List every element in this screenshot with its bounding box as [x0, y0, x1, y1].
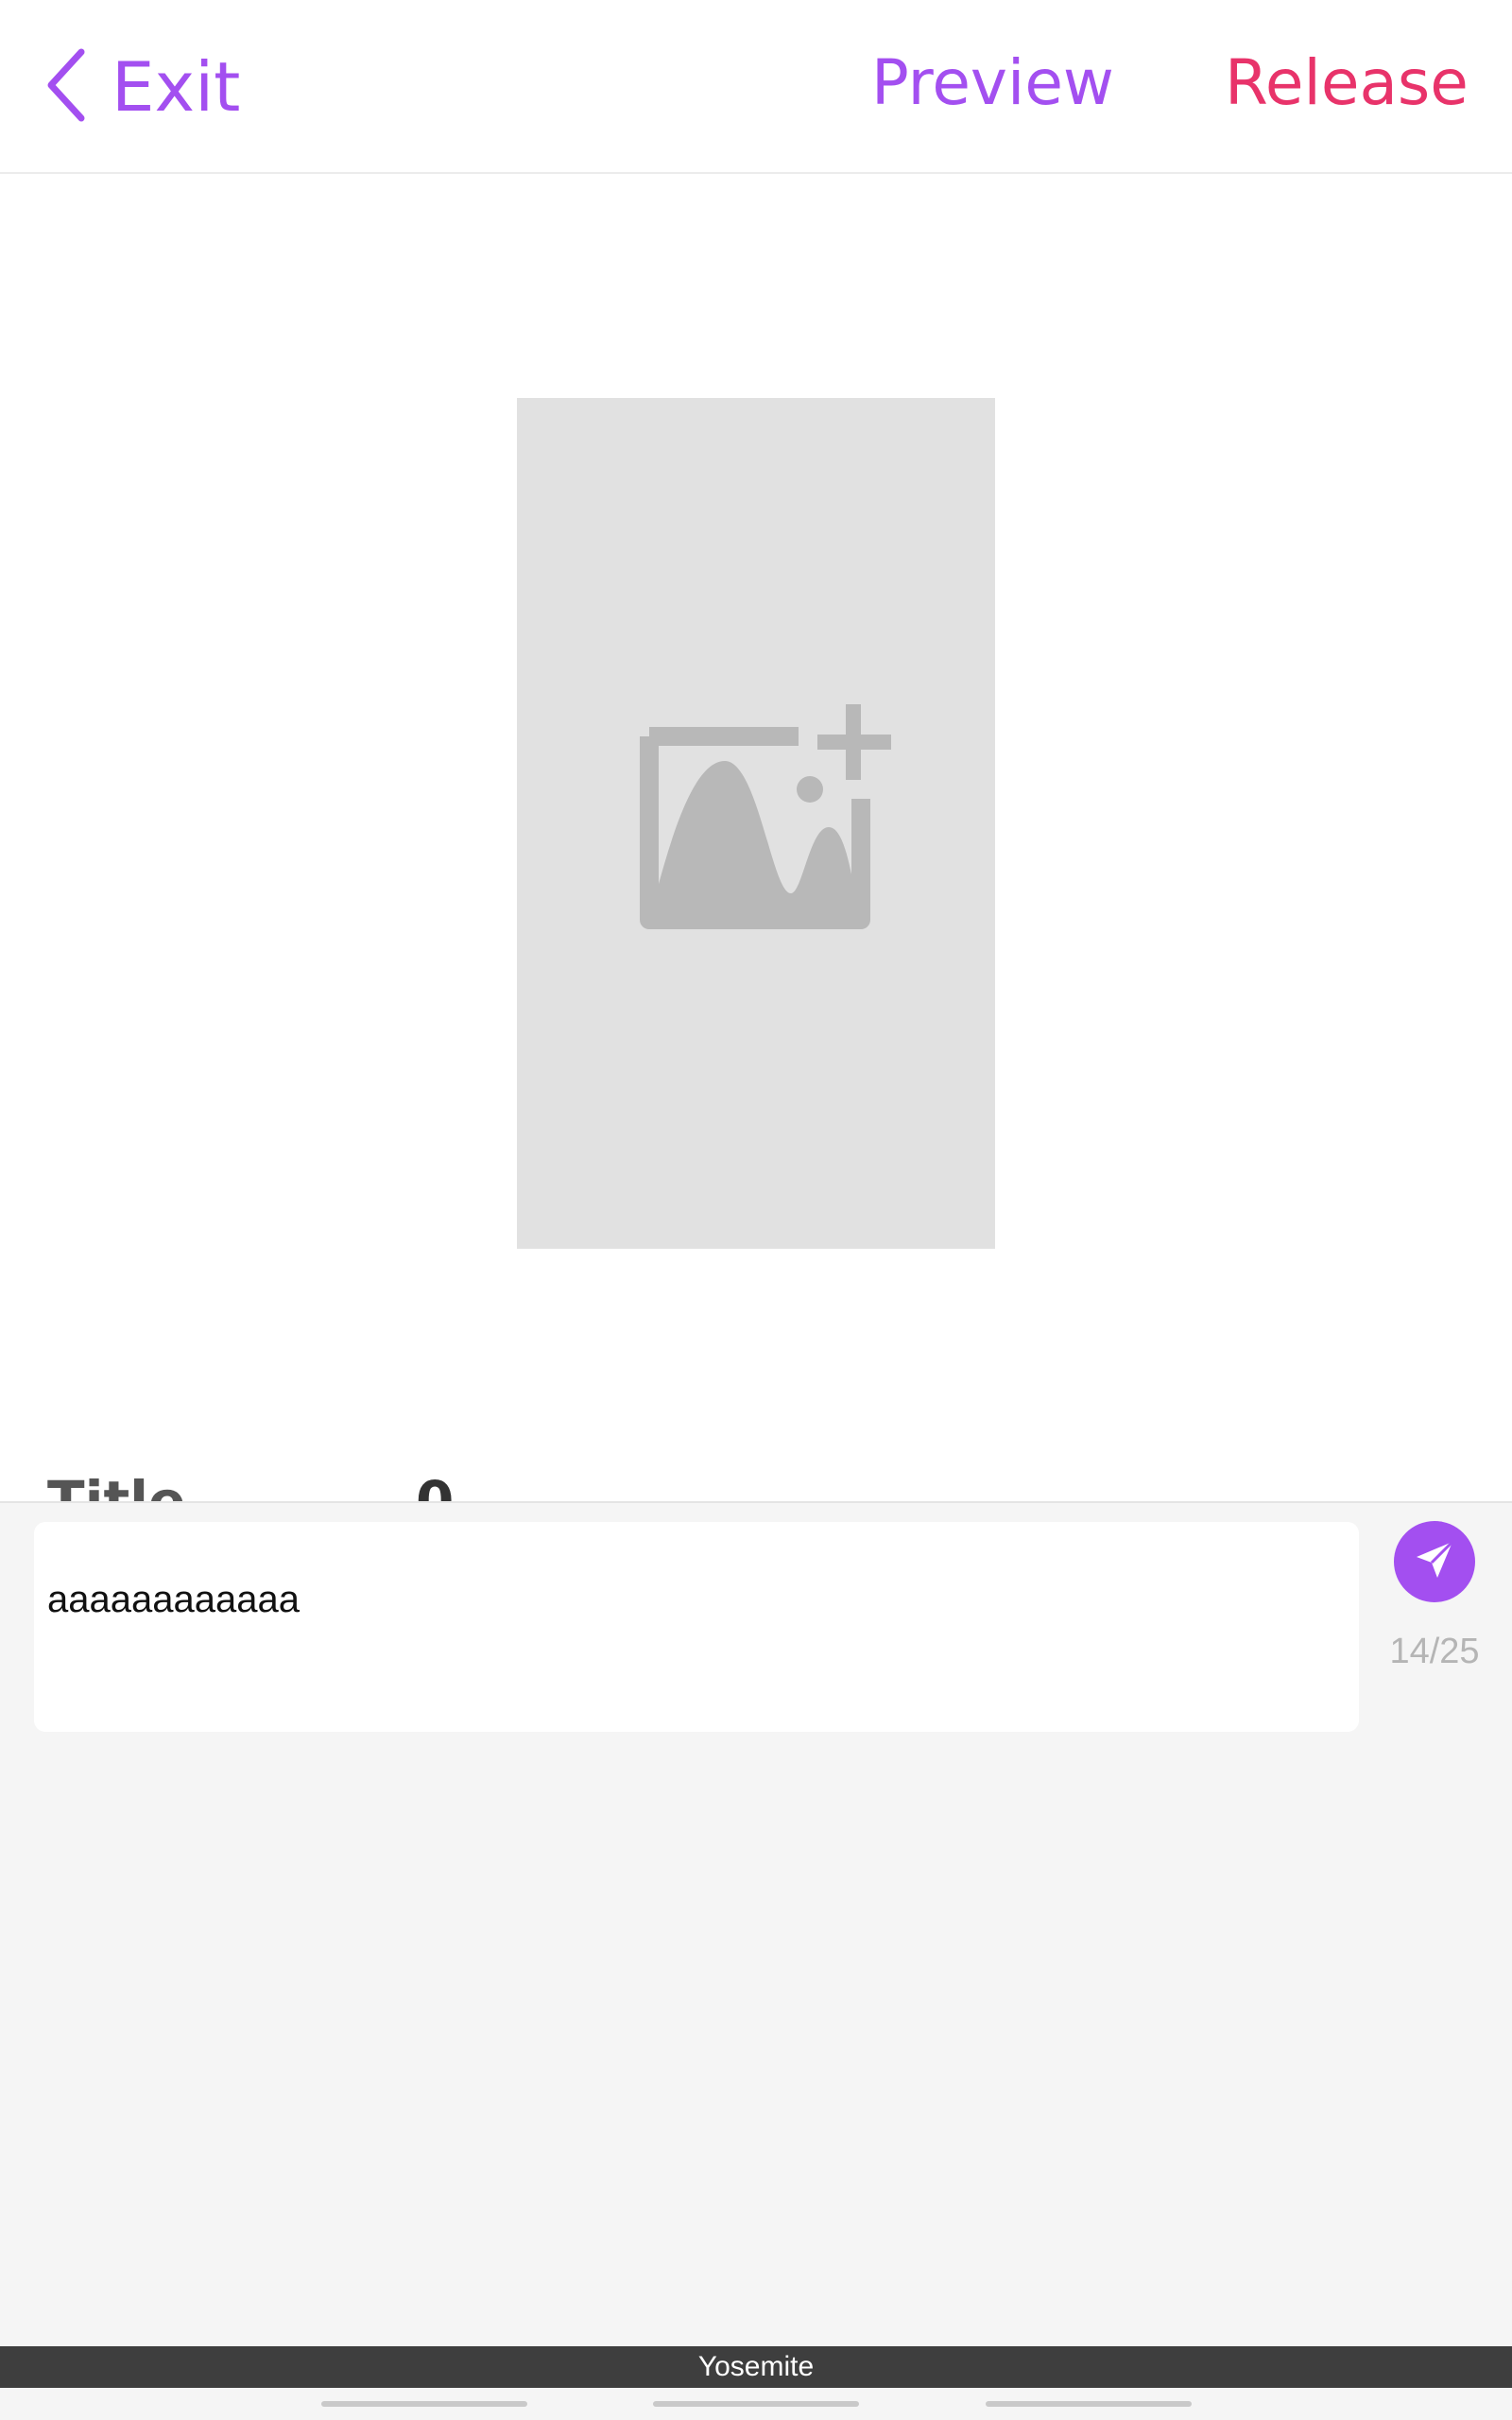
release-button[interactable]: Release — [1225, 42, 1469, 125]
image-picker[interactable] — [517, 398, 995, 1249]
send-icon — [1413, 1538, 1456, 1585]
title-label: Title — [47, 1469, 186, 1503]
nav-handle-left[interactable] — [321, 2401, 527, 2407]
preview-button[interactable]: Preview — [871, 42, 1114, 125]
top-bar: Exit Preview Release — [0, 0, 1512, 174]
status-bar: Yosemite — [0, 2346, 1512, 2388]
exit-button[interactable]: Exit — [42, 45, 240, 129]
char-counter: 14/25 — [1389, 1632, 1480, 1671]
input-panel: aaaaaaaaaaaa 14/25 — [0, 1501, 1512, 2346]
send-button[interactable] — [1394, 1521, 1475, 1602]
bottom-nav-area — [0, 2388, 1512, 2420]
nav-handle-center[interactable] — [653, 2401, 859, 2407]
nav-handle-right[interactable] — [986, 2401, 1192, 2407]
title-count: 0 — [416, 1469, 455, 1503]
chevron-left-icon — [42, 46, 91, 128]
title-row: Title 0 — [0, 1456, 1512, 1503]
add-image-icon — [621, 704, 891, 942]
text-input[interactable]: aaaaaaaaaaaa — [34, 1522, 1359, 1732]
text-input-value: aaaaaaaaaaaa — [47, 1579, 300, 1620]
exit-label: Exit — [112, 47, 241, 127]
